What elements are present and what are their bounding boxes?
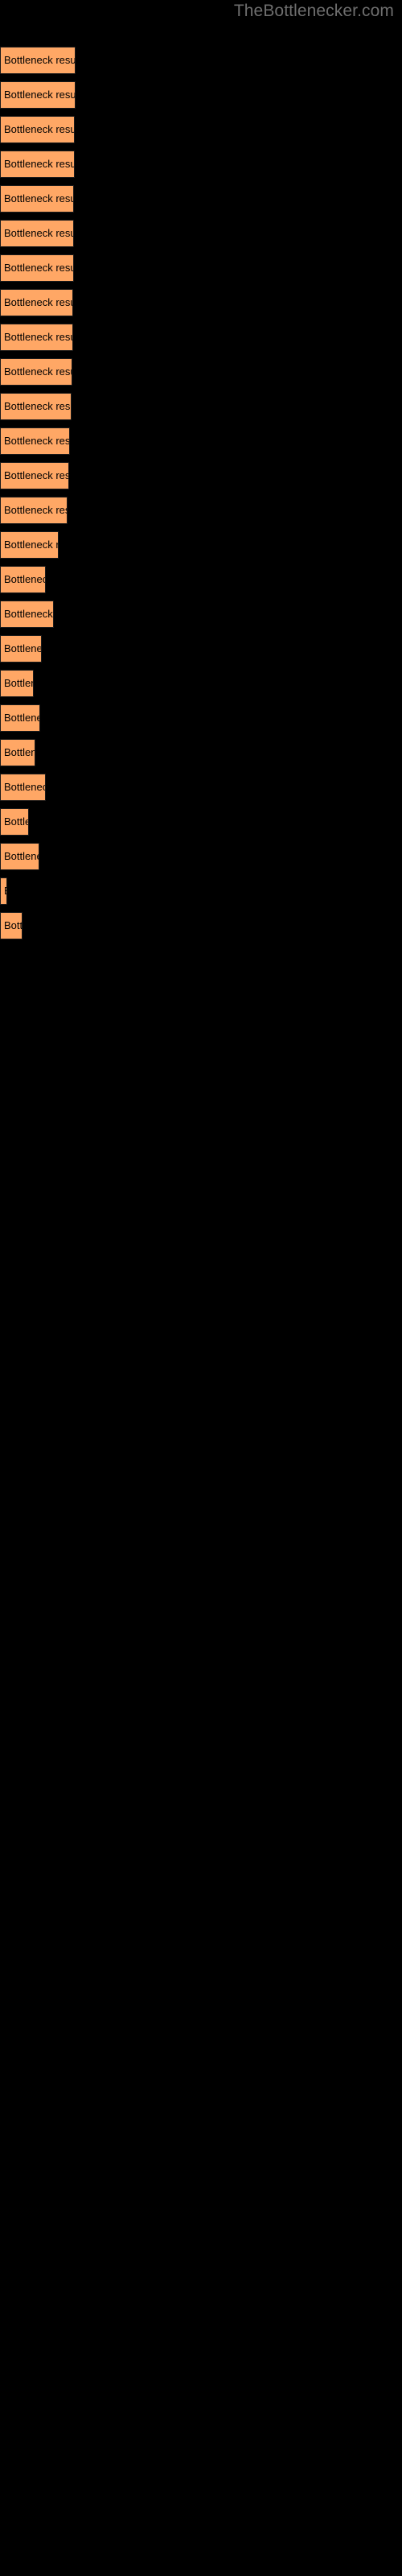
bar-row: Bottleneck result xyxy=(0,912,402,939)
bar-label: Bottleneck result xyxy=(4,850,39,862)
bar[interactable]: Bottleneck result xyxy=(0,566,46,593)
bar[interactable]: Bottleneck result xyxy=(0,289,73,316)
bar-label: Bottleneck result xyxy=(4,192,74,204)
bar[interactable]: Bottleneck result xyxy=(0,358,72,386)
bar-label: Bottleneck result xyxy=(4,539,58,551)
bar-label: Bottleneck result xyxy=(4,331,72,343)
bar[interactable]: Bottleneck result xyxy=(0,912,23,939)
bar-row: Bottleneck result xyxy=(0,704,402,732)
bar[interactable]: Bottleneck result xyxy=(0,324,73,351)
bar-label: Bottleneck result xyxy=(4,435,70,447)
bar-label: Bottleneck result xyxy=(4,919,23,931)
bar-row: Bottleneck result xyxy=(0,81,402,109)
bar[interactable]: Bottleneck result xyxy=(0,116,75,143)
bar-label: Bottleneck result xyxy=(4,573,45,585)
bar[interactable]: Bottleneck result xyxy=(0,185,74,213)
bar-label: Bottleneck result xyxy=(4,296,72,308)
bar-label: Bottleneck result xyxy=(4,677,33,689)
bar-label: Bottleneck result xyxy=(4,469,69,481)
bar-row: Bottleneck result xyxy=(0,254,402,282)
bar-row: Bottleneck result xyxy=(0,566,402,593)
bar-label: Bottleneck result xyxy=(4,158,75,170)
bar-label: Bottleneck result xyxy=(4,400,71,412)
bar-label: Bottleneck result xyxy=(4,746,35,758)
bar[interactable]: Bottleneck result xyxy=(0,843,39,870)
bar-row: Bottleneck result xyxy=(0,116,402,143)
bar-row: Bottleneck result xyxy=(0,739,402,766)
bar-label: Bottleneck result xyxy=(4,262,74,274)
bar[interactable]: Bottleneck result xyxy=(0,497,68,524)
bar-row: Bottleneck result xyxy=(0,324,402,351)
bar[interactable]: Bottleneck result xyxy=(0,808,29,836)
bar-label: Bottleneck result xyxy=(4,608,53,620)
bar-label: Bottleneck result xyxy=(4,227,74,239)
bar-label: Bottleneck result xyxy=(4,504,67,516)
bar[interactable]: Bottleneck result xyxy=(0,601,54,628)
bar[interactable]: Bottleneck result xyxy=(0,704,40,732)
bar-row: Bottleneck result xyxy=(0,185,402,213)
bar-row: Bottleneck result xyxy=(0,843,402,870)
bar[interactable]: Bottleneck result xyxy=(0,670,34,697)
bar-row: Bottleneck result xyxy=(0,601,402,628)
bar[interactable]: Bottleneck result xyxy=(0,220,74,247)
bar[interactable]: Bottleneck result xyxy=(0,774,46,801)
bar-row: Bottleneck result xyxy=(0,427,402,455)
bar-label: Bottleneck result xyxy=(4,712,39,724)
bar-row: Bottleneck result xyxy=(0,877,402,905)
bar-row: Bottleneck result xyxy=(0,358,402,386)
bar-label: Bottleneck result xyxy=(4,89,76,101)
bar-row: Bottleneck result xyxy=(0,774,402,801)
bar-row: Bottleneck result xyxy=(0,635,402,663)
horizontal-bar-chart: Bottleneck result Bottleneck result Bottle… xyxy=(0,0,402,2576)
bar[interactable]: Bottleneck result xyxy=(0,635,42,663)
bar-label: Bottleneck result xyxy=(4,886,6,897)
bar[interactable]: Bottleneck result xyxy=(0,81,76,109)
bar-row: Bottleneck result xyxy=(0,151,402,178)
bar[interactable]: Bottleneck result xyxy=(0,877,7,905)
bar[interactable]: Bottleneck result xyxy=(0,47,76,74)
bar[interactable]: Bottleneck result xyxy=(0,462,69,489)
bar-label: Bottleneck result xyxy=(4,54,76,66)
bar-row: Bottleneck result xyxy=(0,808,402,836)
bar-row: Bottleneck result xyxy=(0,47,402,74)
bar-label: Bottleneck result xyxy=(4,642,42,654)
bar[interactable]: Bottleneck result xyxy=(0,393,72,420)
bar[interactable]: Bottleneck result xyxy=(0,531,59,559)
bar-label: Bottleneck result xyxy=(4,123,75,135)
bar[interactable]: Bottleneck result xyxy=(0,254,74,282)
bar-row: Bottleneck result xyxy=(0,462,402,489)
bar-row: Bottleneck result xyxy=(0,531,402,559)
bar[interactable]: Bottleneck result xyxy=(0,151,75,178)
bar-row: Bottleneck result xyxy=(0,289,402,316)
bar-row: Bottleneck result xyxy=(0,497,402,524)
bar-row: Bottleneck result xyxy=(0,393,402,420)
bar-label: Bottleneck result xyxy=(4,815,28,828)
bar-row: Bottleneck result xyxy=(0,670,402,697)
bar[interactable]: Bottleneck result xyxy=(0,739,35,766)
bar-row: Bottleneck result xyxy=(0,220,402,247)
bar[interactable]: Bottleneck result xyxy=(0,427,70,455)
bar-label: Bottleneck result xyxy=(4,781,45,793)
bar-label: Bottleneck result xyxy=(4,365,72,378)
